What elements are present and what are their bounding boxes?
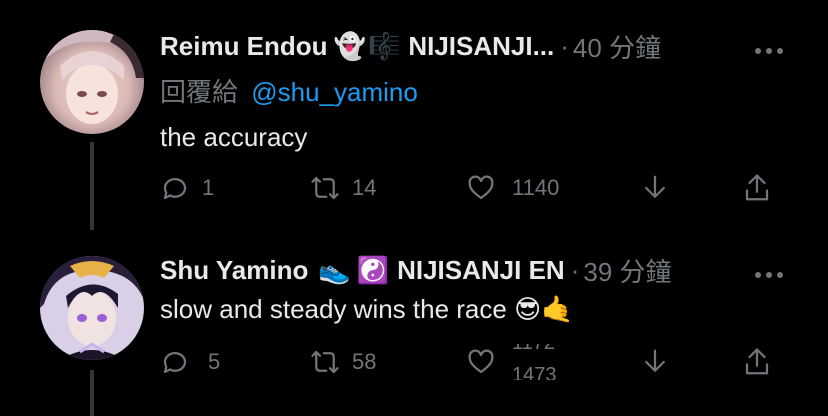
tweet-text: the accuracy bbox=[160, 122, 308, 152]
like-count-previous: 1172 bbox=[512, 344, 555, 355]
downvote-button[interactable] bbox=[640, 170, 670, 206]
arrow-down-icon bbox=[645, 349, 665, 372]
thread-line bbox=[90, 370, 94, 416]
like-button[interactable]: 1172 1473 bbox=[466, 344, 568, 380]
separator-dot: · bbox=[570, 254, 580, 285]
avatar-reimu[interactable] bbox=[40, 30, 144, 134]
retweet-icon bbox=[311, 176, 339, 200]
retweet-count: 14 bbox=[352, 175, 377, 200]
retweet-button[interactable]: 58 bbox=[310, 344, 376, 380]
like-count: 1140 bbox=[512, 175, 560, 200]
action-bar: 1 14 1140 bbox=[160, 170, 780, 206]
avatar-shu[interactable] bbox=[40, 256, 144, 360]
tweet-header: Shu Yamino 👟 ☯️ NIJISANJI EN · 39 分鐘 bbox=[160, 252, 672, 288]
action-bar: 5 58 1172 1473 bbox=[160, 344, 780, 380]
ghost-emoji: 👻 bbox=[333, 30, 366, 61]
affiliation-text[interactable]: NIJISANJI... bbox=[408, 31, 554, 62]
reply-handle-link[interactable]: @shu_yamino bbox=[251, 77, 418, 107]
downvote-button[interactable] bbox=[640, 344, 670, 380]
heart-icon bbox=[468, 349, 494, 374]
reply-count: 5 bbox=[208, 349, 221, 374]
timestamp[interactable]: 39 分鐘 bbox=[583, 252, 671, 289]
tweet-reimu[interactable]: Reimu Endou 👻 🎼 NIJISANJI... · 40 分鐘 回覆給… bbox=[0, 0, 828, 230]
reply-icon bbox=[163, 178, 187, 200]
reply-context: 回覆給 @shu_yamino bbox=[160, 72, 418, 109]
affiliation-text[interactable]: NIJISANJI EN bbox=[397, 255, 565, 286]
tweet-header: Reimu Endou 👻 🎼 NIJISANJI... · 40 分鐘 bbox=[160, 28, 661, 64]
display-name[interactable]: Shu Yamino bbox=[160, 255, 308, 286]
more-options-icon[interactable] bbox=[754, 42, 784, 54]
like-count-animating: 1172 1473 bbox=[512, 344, 568, 380]
tweet-text: slow and steady wins the race 😎🤙 bbox=[160, 294, 574, 324]
reply-count: 1 bbox=[202, 175, 215, 200]
retweet-icon bbox=[311, 350, 339, 374]
share-icon bbox=[745, 174, 769, 201]
retweet-button[interactable]: 14 bbox=[310, 170, 376, 206]
reply-label: 回覆給 bbox=[160, 77, 239, 107]
heart-icon bbox=[468, 175, 494, 200]
separator-dot: · bbox=[560, 30, 569, 61]
music-emoji: 🎼 bbox=[367, 30, 401, 61]
yin-yang-emoji: ☯️ bbox=[356, 254, 390, 285]
tweet-shu[interactable]: Shu Yamino 👟 ☯️ NIJISANJI EN · 39 分鐘 slo… bbox=[0, 230, 828, 416]
retweet-count: 58 bbox=[352, 349, 377, 374]
reply-button[interactable]: 5 bbox=[160, 344, 220, 380]
arrow-down-icon bbox=[645, 175, 665, 198]
timestamp[interactable]: 40 分鐘 bbox=[573, 28, 661, 65]
like-button[interactable]: 1140 bbox=[466, 170, 559, 206]
share-button[interactable] bbox=[742, 344, 772, 380]
display-name[interactable]: Reimu Endou bbox=[160, 31, 328, 62]
reply-icon bbox=[163, 352, 187, 374]
share-icon bbox=[745, 348, 769, 375]
more-options-icon[interactable] bbox=[754, 266, 784, 278]
sneaker-emoji: 👟 bbox=[318, 254, 351, 285]
reply-button[interactable]: 1 bbox=[160, 170, 214, 206]
share-button[interactable] bbox=[742, 170, 772, 206]
like-count: 1473 bbox=[512, 364, 557, 380]
thread-line bbox=[90, 142, 94, 230]
